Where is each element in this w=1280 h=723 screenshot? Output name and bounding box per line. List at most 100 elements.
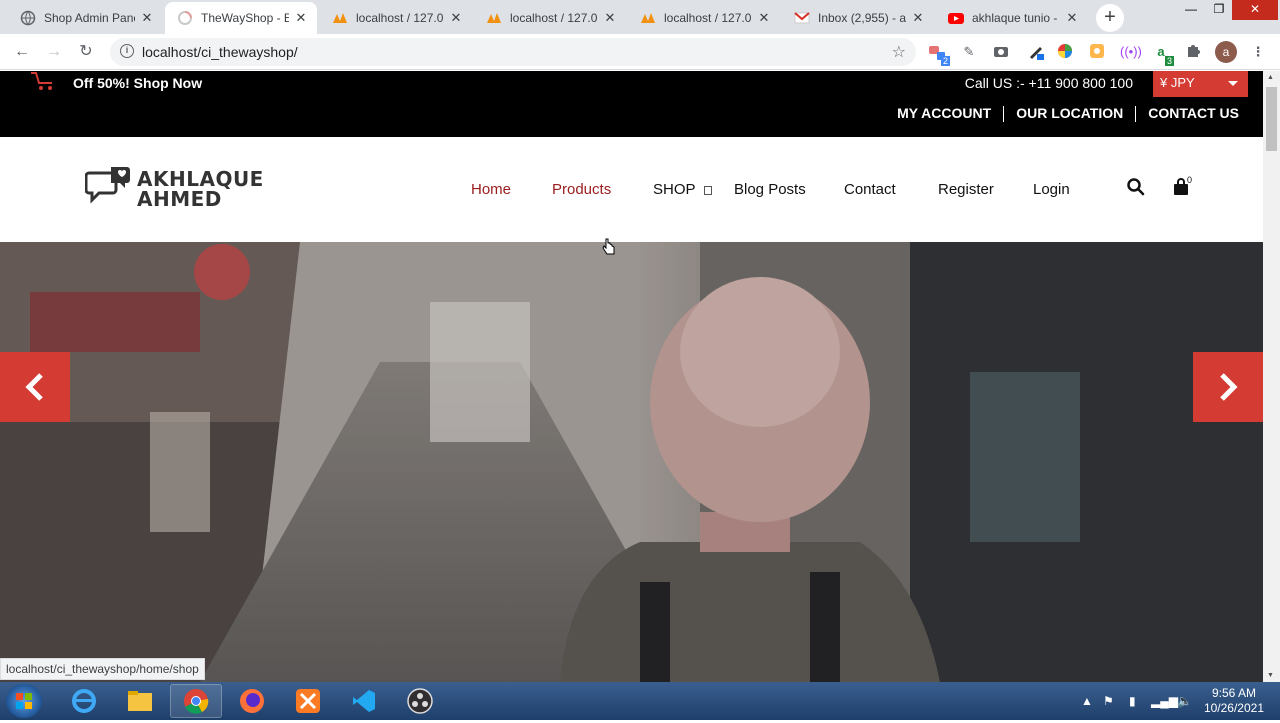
page-viewport: Off 50%! Shop Now Call US :- +11 900 800… — [0, 71, 1263, 682]
system-clock[interactable]: 9:56 AM 10/26/2021 — [1204, 686, 1264, 716]
back-icon[interactable]: ← — [10, 40, 34, 64]
hero-image — [0, 242, 1263, 682]
contact-us-link[interactable]: CONTACT US — [1136, 105, 1239, 122]
status-bar-url: localhost/ci_thewayshop/home/shop — [0, 658, 205, 680]
obs-icon[interactable] — [394, 684, 446, 718]
scroll-down-icon[interactable]: ▼ — [1267, 672, 1274, 679]
chevron-right-icon — [1220, 373, 1238, 401]
firefox-icon[interactable] — [226, 684, 278, 718]
top-links: MY ACCOUNT OUR LOCATION CONTACT US — [885, 105, 1239, 122]
chat-bubbles-logo-icon — [85, 167, 130, 204]
nav-register[interactable]: Register — [938, 181, 994, 198]
nav-login[interactable]: Login — [1033, 181, 1070, 198]
maximize-icon[interactable]: ❐ — [1204, 0, 1234, 20]
forward-icon[interactable]: → — [42, 40, 66, 64]
xampp-icon[interactable] — [282, 684, 334, 718]
menu-kebab-icon[interactable]: ⋮ — [1249, 43, 1267, 61]
profile-avatar[interactable]: a — [1215, 41, 1237, 63]
nav-products[interactable]: Products — [552, 181, 611, 198]
address-bar[interactable]: i localhost/ci_thewayshop/ ☆ — [110, 38, 916, 66]
broadcast-icon[interactable]: ((•)) — [1120, 43, 1142, 61]
dropdown-icon — [703, 186, 712, 195]
network-signal-icon[interactable]: ▂▄▆ — [1151, 694, 1178, 708]
tab-title: Inbox (2,955) - al — [818, 11, 906, 25]
phpmyadmin-icon — [640, 10, 656, 26]
start-button[interactable] — [6, 684, 42, 718]
tab-phpmyadmin-2[interactable]: localhost / 127.0 ✕ — [474, 2, 626, 34]
tab-title: localhost / 127.0 — [510, 11, 598, 25]
scroll-up-icon[interactable]: ▲ — [1267, 74, 1274, 81]
gmail-icon — [794, 10, 810, 26]
close-tab-icon[interactable]: ✕ — [1064, 10, 1080, 26]
slider-prev-button[interactable] — [0, 352, 70, 422]
tab-phpmyadmin-1[interactable]: localhost / 127.0 ✕ — [320, 2, 472, 34]
close-tab-icon[interactable]: ✕ — [293, 10, 309, 26]
phpmyadmin-icon — [486, 10, 502, 26]
close-tab-icon[interactable]: ✕ — [756, 10, 772, 26]
nav-contact[interactable]: Contact — [844, 181, 896, 198]
window-close-icon[interactable]: ✕ — [1232, 0, 1278, 20]
currency-value: ¥ JPY — [1160, 75, 1195, 90]
eyedropper-icon[interactable]: ✎ — [960, 43, 978, 61]
phpmyadmin-icon — [332, 10, 348, 26]
nav-shop[interactable]: SHOP — [653, 181, 712, 198]
call-us-text: Call US :- +11 900 800 100 — [964, 75, 1133, 91]
page-scrollbar[interactable]: ▲ ▼ — [1263, 71, 1280, 682]
puzzle-icon[interactable] — [1184, 43, 1202, 61]
clock-time: 9:56 AM — [1211, 686, 1256, 700]
tab-title: TheWayShop - Ec — [201, 11, 289, 25]
search-icon[interactable] — [1126, 177, 1146, 197]
nav-blog-posts[interactable]: Blog Posts — [734, 181, 806, 198]
extension-icon[interactable] — [1088, 43, 1106, 61]
close-tab-icon[interactable]: ✕ — [602, 10, 618, 26]
tab-title: localhost / 127.0 — [664, 11, 752, 25]
volume-icon[interactable]: 🔈 — [1177, 694, 1192, 708]
tab-phpmyadmin-3[interactable]: localhost / 127.0 ✕ — [628, 2, 780, 34]
camera-icon[interactable] — [992, 43, 1010, 61]
new-tab-button[interactable]: + — [1096, 4, 1124, 32]
tab-gmail[interactable]: Inbox (2,955) - al ✕ — [782, 2, 934, 34]
nav-home[interactable]: Home — [471, 181, 511, 198]
our-location-link[interactable]: OUR LOCATION — [1004, 105, 1135, 122]
url-text[interactable]: localhost/ci_thewayshop/ — [142, 44, 298, 60]
vscode-icon[interactable] — [338, 684, 390, 718]
spinner-icon — [177, 10, 193, 26]
extension-badge: 3 — [1165, 56, 1175, 66]
scrollbar-thumb[interactable] — [1266, 87, 1277, 151]
tab-title: akhlaque tunio - — [972, 11, 1058, 25]
my-account-link[interactable]: MY ACCOUNT — [885, 105, 1003, 122]
close-tab-icon[interactable]: ✕ — [139, 10, 155, 26]
tab-title: Shop Admin Panel — [44, 11, 135, 25]
tab-shop-admin[interactable]: Shop Admin Panel ✕ — [8, 2, 163, 34]
caret-down-icon — [1228, 81, 1238, 86]
close-tab-icon[interactable]: ✕ — [448, 10, 464, 26]
pen-extension-icon[interactable] — [1028, 43, 1046, 61]
logo-line-2: AHMED — [137, 187, 222, 211]
site-logo[interactable]: AKHLAQUE AHMED — [85, 165, 275, 215]
hand-cursor-icon — [602, 238, 615, 255]
chevron-left-icon — [25, 373, 43, 401]
minimize-icon[interactable]: — — [1176, 0, 1206, 20]
action-center-flag-icon[interactable]: ⚑ — [1103, 694, 1114, 708]
site-info-icon[interactable]: i — [120, 44, 134, 58]
tab-thewayshop[interactable]: TheWayShop - Ec ✕ — [165, 2, 317, 34]
windows-logo-icon — [16, 693, 32, 709]
reload-icon[interactable]: ↻ — [74, 40, 98, 64]
currency-select[interactable]: ¥ JPY — [1153, 71, 1248, 97]
file-explorer-icon[interactable] — [114, 684, 166, 718]
youtube-icon — [948, 10, 964, 26]
browser-tab-strip: Shop Admin Panel ✕ TheWayShop - Ec ✕ loc… — [0, 0, 1280, 34]
hero-slider — [0, 242, 1263, 682]
top-bar: Off 50%! Shop Now Call US :- +11 900 800… — [0, 71, 1263, 137]
promo-text[interactable]: Off 50%! Shop Now — [73, 75, 202, 91]
battery-icon[interactable]: ▮ — [1129, 694, 1136, 708]
extension-badge: 2 — [941, 56, 951, 66]
tab-youtube[interactable]: akhlaque tunio - ✕ — [936, 2, 1088, 34]
chrome-taskbar-icon[interactable] — [170, 684, 222, 718]
slider-next-button[interactable] — [1193, 352, 1263, 422]
bookmark-star-icon[interactable]: ☆ — [892, 42, 906, 62]
internet-explorer-icon[interactable] — [58, 684, 110, 718]
close-tab-icon[interactable]: ✕ — [910, 10, 926, 26]
color-wheel-icon[interactable] — [1056, 43, 1074, 61]
show-hidden-icons[interactable]: ▲ — [1081, 694, 1093, 708]
